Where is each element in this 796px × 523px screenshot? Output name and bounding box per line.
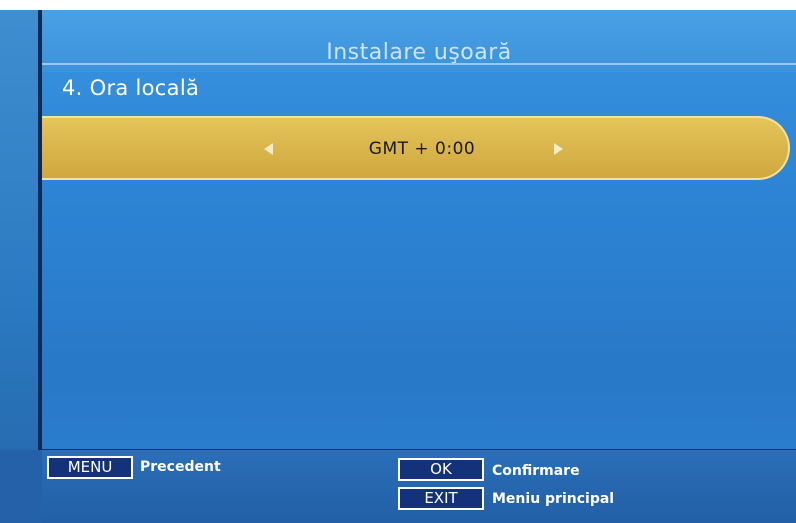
tv-screen: Instalare uşoară 4. Ora locală GMT + 0:0… [0, 0, 796, 523]
section-title: 4. Ora locală [62, 76, 200, 100]
menu-key-label: Precedent [140, 459, 221, 475]
left-side-panel [0, 10, 42, 523]
menu-key-button[interactable]: MENU [47, 456, 133, 479]
exit-key-button[interactable]: EXIT [398, 487, 484, 510]
ok-key-label: Confirmare [492, 463, 580, 479]
timezone-value: GMT + 0:00 [368, 139, 476, 159]
arrow-left-icon[interactable] [264, 143, 273, 155]
timezone-selector[interactable]: GMT + 0:00 [42, 116, 790, 180]
left-footer-panel [0, 450, 42, 523]
arrow-right-icon[interactable] [554, 143, 563, 155]
exit-key-label: Meniu principal [492, 491, 615, 507]
ok-key-button[interactable]: OK [398, 458, 484, 481]
top-bezel [0, 0, 796, 10]
header-divider [42, 63, 796, 65]
page-title: Instalare uşoară [326, 40, 512, 65]
